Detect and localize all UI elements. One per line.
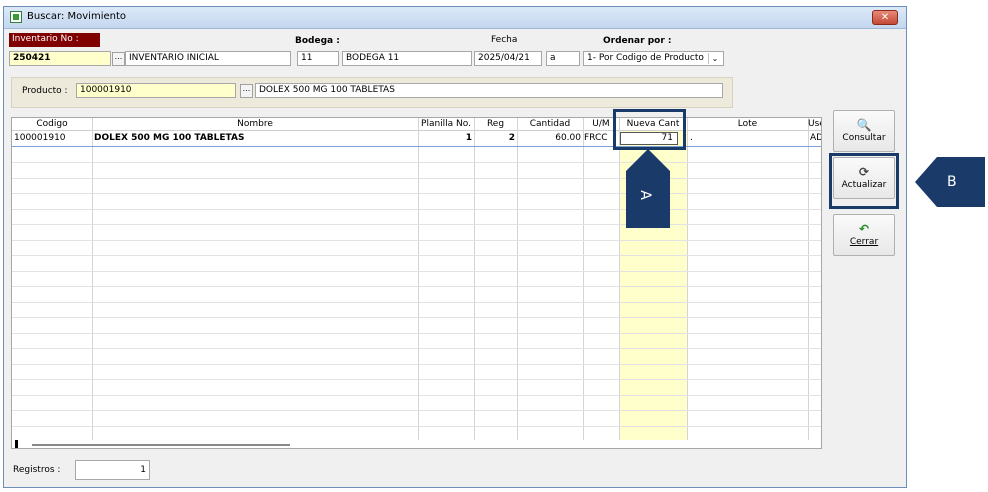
movimiento-table[interactable]: Codigo Nombre Planilla No. Reg Cantidad …: [11, 117, 822, 449]
inventario-lookup-button[interactable]: ...: [112, 52, 125, 66]
bodega-label: Bodega :: [295, 36, 340, 46]
close-icon: ✕: [880, 12, 890, 23]
cell-cantidad: 60.00: [555, 133, 581, 143]
cell-codigo: 100001910: [14, 133, 66, 143]
annotation-b-highlight: [829, 153, 899, 209]
grid-column-line: [517, 118, 518, 440]
grid-row-line: [12, 286, 821, 287]
fecha-label: Fecha: [491, 35, 518, 45]
grid-row-line: [12, 333, 821, 334]
fecha-suffix-field[interactable]: a: [546, 51, 580, 66]
annotation-b-label: B: [947, 174, 957, 190]
registros-label: Registros :: [13, 465, 61, 475]
cerrar-button[interactable]: ↶ Cerrar: [833, 214, 895, 256]
annotation-a-highlight: [613, 109, 686, 150]
grid-column-line: [92, 118, 93, 440]
grid-row-line: [12, 395, 821, 396]
grid-row-line: [12, 317, 821, 318]
cell-nombre: DOLEX 500 MG 100 TABLETAS: [94, 133, 245, 143]
producto-desc-field: DOLEX 500 MG 100 TABLETAS: [255, 83, 723, 98]
grid-row-line: [12, 302, 821, 303]
inventario-label-box: Inventario No :: [9, 33, 100, 47]
col-reg[interactable]: Reg: [474, 119, 517, 130]
bodega-name-field: BODEGA 11: [342, 51, 472, 66]
title-bar: Buscar: Movimiento ✕: [4, 7, 906, 29]
grid-row-line: [12, 209, 821, 210]
app-window: Buscar: Movimiento ✕ Inventario No : Bod…: [3, 6, 907, 488]
annotation-a-label: A: [636, 190, 653, 200]
search-icon: 🔍: [856, 118, 872, 132]
col-planilla[interactable]: Planilla No.: [418, 119, 474, 130]
annotation-b-marker: B: [915, 157, 985, 207]
undo-icon: ↶: [858, 222, 870, 236]
ordenar-select-value: 1- Por Codigo de Producto: [587, 53, 704, 63]
col-nombre[interactable]: Nombre: [92, 119, 418, 130]
chevron-down-icon: ⌄: [708, 53, 721, 64]
registros-field: 1: [75, 460, 150, 480]
cell-planilla: 1: [465, 133, 472, 143]
grid-row-line: [12, 379, 821, 380]
cell-use: AD: [810, 133, 822, 143]
grid-column-line: [687, 118, 688, 440]
grid-row-line: [12, 240, 821, 241]
grid-column-line: [583, 118, 584, 440]
table-row[interactable]: 100001910 DOLEX 500 MG 100 TABLETAS 1 2 …: [12, 131, 822, 147]
col-lote[interactable]: Lote: [687, 119, 808, 130]
close-button[interactable]: ✕: [872, 10, 898, 25]
inventario-label: Inventario No :: [12, 34, 79, 44]
grid-row-line: [12, 224, 821, 225]
window-title: Buscar: Movimiento: [27, 11, 127, 22]
grid-row-line: [12, 426, 821, 427]
ordenar-label: Ordenar por :: [603, 36, 672, 46]
ordenar-select[interactable]: 1- Por Codigo de Producto ⌄: [583, 51, 724, 66]
bodega-code-field[interactable]: 11: [297, 51, 339, 66]
inventario-desc-field: INVENTARIO INICIAL: [125, 51, 291, 66]
grid-row-line: [12, 410, 821, 411]
cerrar-label: Cerrar: [849, 237, 879, 247]
annotation-a-marker: A: [626, 149, 670, 228]
grid-column-line: [474, 118, 475, 440]
col-codigo[interactable]: Codigo: [12, 119, 92, 130]
cell-lote: .: [690, 133, 693, 143]
cell-reg: 2: [508, 133, 515, 143]
grid-column-line: [619, 118, 620, 440]
horizontal-scrollbar[interactable]: [32, 444, 290, 446]
grid-row-line: [12, 271, 821, 272]
consultar-label: Consultar: [842, 133, 886, 143]
fecha-input[interactable]: 2025/04/21: [474, 51, 542, 66]
col-use[interactable]: Use: [808, 119, 821, 130]
grid-row-line: [12, 162, 821, 163]
col-cantidad[interactable]: Cantidad: [517, 119, 583, 130]
grid-row-line: [12, 193, 821, 194]
grid-row-line: [12, 255, 821, 256]
grid-row-line: [12, 348, 821, 349]
app-icon: [10, 11, 22, 23]
grid-column-line: [808, 118, 809, 440]
producto-code-input[interactable]: 100001910: [76, 83, 236, 98]
row-indicator: [15, 440, 18, 448]
grid-column-line: [418, 118, 419, 440]
grid-row-line: [12, 178, 821, 179]
producto-lookup-button[interactable]: ...: [240, 84, 253, 98]
annotation-a-shape: [626, 149, 670, 228]
producto-label: Producto :: [22, 86, 68, 96]
consultar-button[interactable]: 🔍 Consultar: [833, 110, 895, 152]
inventario-input[interactable]: 250421: [9, 51, 111, 66]
grid-row-line: [12, 364, 821, 365]
